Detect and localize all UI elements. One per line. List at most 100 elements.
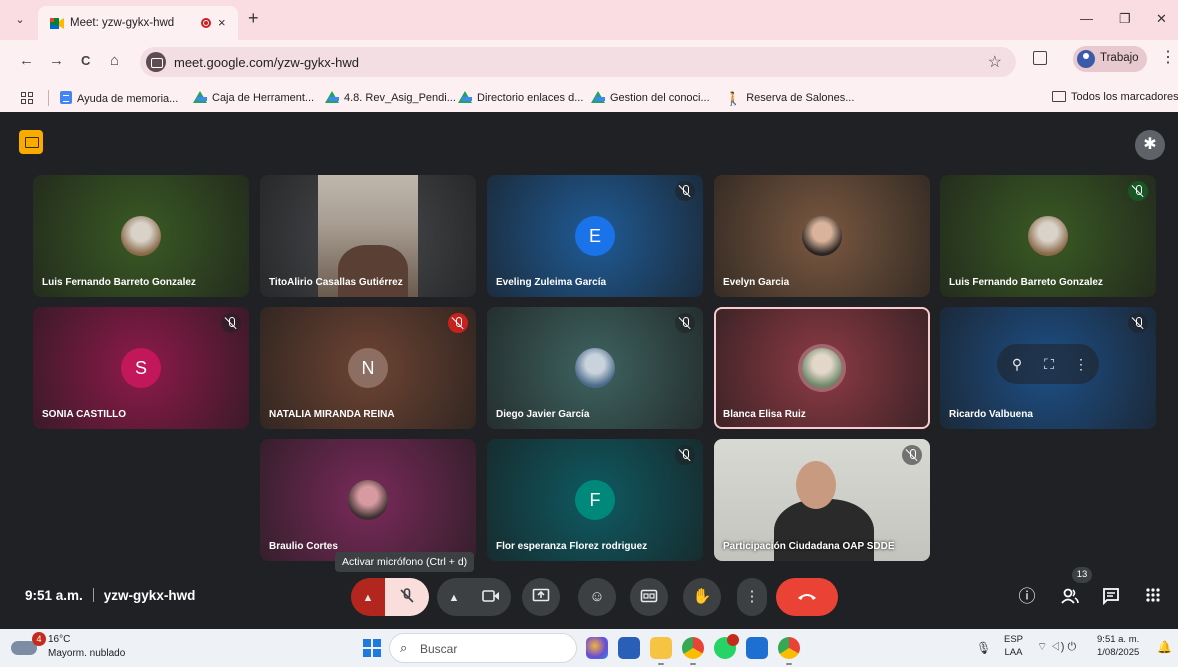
notifications-icon[interactable]: 🔔 [1157,640,1172,654]
weather-temp[interactable]: 16°C [48,634,70,645]
video-options-button[interactable]: ▲ [437,578,471,616]
whatsapp-badge [727,634,739,646]
drive-icon [325,91,339,103]
participant-tile[interactable]: S SONIA CASTILLO [33,307,249,429]
bookmark-item[interactable]: Ayuda de memoria... [60,91,178,105]
more-vert-icon[interactable]: ⋮ [1072,355,1090,373]
participant-tile[interactable]: N NATALIA MIRANDA REINA [260,307,476,429]
participant-tile[interactable]: F Flor esperanza Florez rodriguez [487,439,703,561]
mic-muted-icon [1128,313,1148,333]
reload-button[interactable]: C [81,53,90,69]
present-button[interactable] [522,578,560,616]
drive-icon [591,91,605,103]
participant-tile[interactable]: Braulio Cortes [260,439,476,561]
reactions-button[interactable]: ☺ [578,578,616,616]
participant-tile[interactable]: Luis Fernando Barreto Gonzalez [33,175,249,297]
tab-title: Meet: yzw-gykx-hwd [70,17,175,29]
bookmark-item[interactable]: 🚶 Reserva de Salones... [725,91,854,107]
more-options-button[interactable]: ⋮ [737,578,767,616]
participant-name: Blanca Elisa Ruiz [723,409,806,420]
camera-toggle-button[interactable] [471,578,511,616]
bookmark-star-icon[interactable]: ☆ [988,52,1002,72]
participant-name: NATALIA MIRANDA REINA [269,409,395,420]
taskbar-search[interactable]: ⌕ Buscar [389,633,577,663]
back-button[interactable]: ← [19,53,34,69]
tray-mic-icon[interactable]: 🎙 [976,641,991,655]
chat-icon[interactable] [1101,587,1121,607]
chrome-app-icon[interactable] [682,637,704,659]
bookmark-item[interactable]: Caja de Herrament... [193,91,314,104]
audio-options-button[interactable]: ▲ [351,578,385,616]
participant-tile[interactable]: Diego Javier García [487,307,703,429]
weather-badge: 4 [32,632,46,646]
chrome-profile-app-icon[interactable] [778,637,800,659]
docs-icon [60,91,72,104]
meeting-details-icon[interactable]: ⓘ [1017,587,1037,607]
file-explorer-app-icon[interactable] [650,637,672,659]
bookmark-item[interactable]: Directorio enlaces d... [458,91,583,104]
participant-tile[interactable]: Evelyn Garcia [714,175,930,297]
forward-button[interactable]: → [49,53,64,69]
participant-tile[interactable]: ⚲ ⛶ ⋮ Ricardo Valbuena [940,307,1156,429]
site-info-icon[interactable] [146,52,166,72]
captions-button[interactable] [630,578,668,616]
tab-close-icon[interactable]: × [218,15,226,30]
all-bookmarks-button[interactable]: Todos los marcadores [1052,91,1178,103]
extensions-icon[interactable] [1033,51,1047,65]
window-minimize-button[interactable]: — [1080,11,1093,26]
chevron-up-icon: ▲ [448,592,460,604]
new-tab-button[interactable]: + [248,9,259,27]
camera-icon [482,590,499,602]
participant-tile[interactable]: E Eveling Zuleima García [487,175,703,297]
window-restore-button[interactable]: ❐ [1119,11,1131,27]
more-vert-icon: ⋮ [744,588,760,605]
unpin-icon[interactable]: ✱ [1135,130,1165,160]
meet-favicon-icon [50,18,64,29]
browser-menu-icon[interactable]: ⋮ [1160,50,1176,66]
participant-tile[interactable]: Luis Fernando Barreto Gonzalez [940,175,1156,297]
copilot-app-icon[interactable] [586,637,608,659]
end-call-button[interactable] [776,578,838,616]
participant-name: TitoAlirio Casallas Gutiérrez [269,277,403,288]
meeting-info-divider [92,588,94,602]
store-app-icon[interactable] [618,637,640,659]
participant-tile[interactable]: Blanca Elisa Ruiz [714,307,930,429]
participant-name: Luis Fernando Barreto Gonzalez [42,277,196,288]
url-text: meet.google.com/yzw-gykx-hwd [174,55,359,70]
address-bar[interactable]: meet.google.com/yzw-gykx-hwd ☆ [140,47,1016,77]
mic-muted-icon [902,445,922,465]
weather-desc[interactable]: Mayorm. nublado [48,648,125,659]
participant-photo-avatar [1028,216,1068,256]
tab-meet[interactable]: Meet: yzw-gykx-hwd × [38,6,238,40]
meeting-info: 9:51 a.m. yzw-gykx-hwd [25,588,195,603]
windows-start-icon[interactable] [363,639,381,657]
screen: ⌄ Meet: yzw-gykx-hwd × + — ❐ ✕ ← → C ⌂ m… [0,0,1178,667]
notepad-app-icon[interactable] [746,637,768,659]
captions-off-badge-icon[interactable] [19,130,43,154]
people-count-badge: 13 [1072,567,1092,583]
activities-grid-icon[interactable] [1143,587,1163,607]
participant-tile[interactable]: Participación Ciudadana OAP SDDE [714,439,930,561]
participant-tile[interactable]: TitoAlirio Casallas Gutiérrez [260,175,476,297]
participant-initial-avatar: N [348,348,388,388]
frame-icon[interactable]: ⛶ [1040,355,1058,373]
apps-grid-icon[interactable] [21,92,33,104]
people-icon[interactable] [1060,587,1080,607]
profile-button[interactable]: Trabajo [1073,46,1147,72]
bookmark-item[interactable]: 4.8. Rev_Asig_Pendi... [325,91,456,104]
mic-muted-icon [675,313,695,333]
bookmark-item[interactable]: Gestion del conoci... [591,91,710,104]
profile-label: Trabajo [1100,52,1139,64]
home-button[interactable]: ⌂ [110,53,119,69]
drive-icon [458,91,472,103]
raise-hand-button[interactable]: ✋ [683,578,721,616]
window-close-button[interactable]: ✕ [1156,11,1167,27]
mic-toggle-button[interactable] [385,578,429,616]
tray-clock[interactable]: 9:51 a. m. 1/08/2025 [1097,633,1139,659]
participant-initial-avatar: E [575,216,615,256]
tray-network-volume-battery-icon[interactable]: ⌔ ◁) ⏻ [1037,640,1076,654]
pin-icon[interactable]: ⚲ [1008,355,1026,373]
browser-tab-strip: ⌄ Meet: yzw-gykx-hwd × + — ❐ ✕ [0,0,1178,40]
tray-language[interactable]: ESP LAA [1004,633,1023,659]
tab-search-chevron-icon[interactable]: ⌄ [12,12,28,28]
